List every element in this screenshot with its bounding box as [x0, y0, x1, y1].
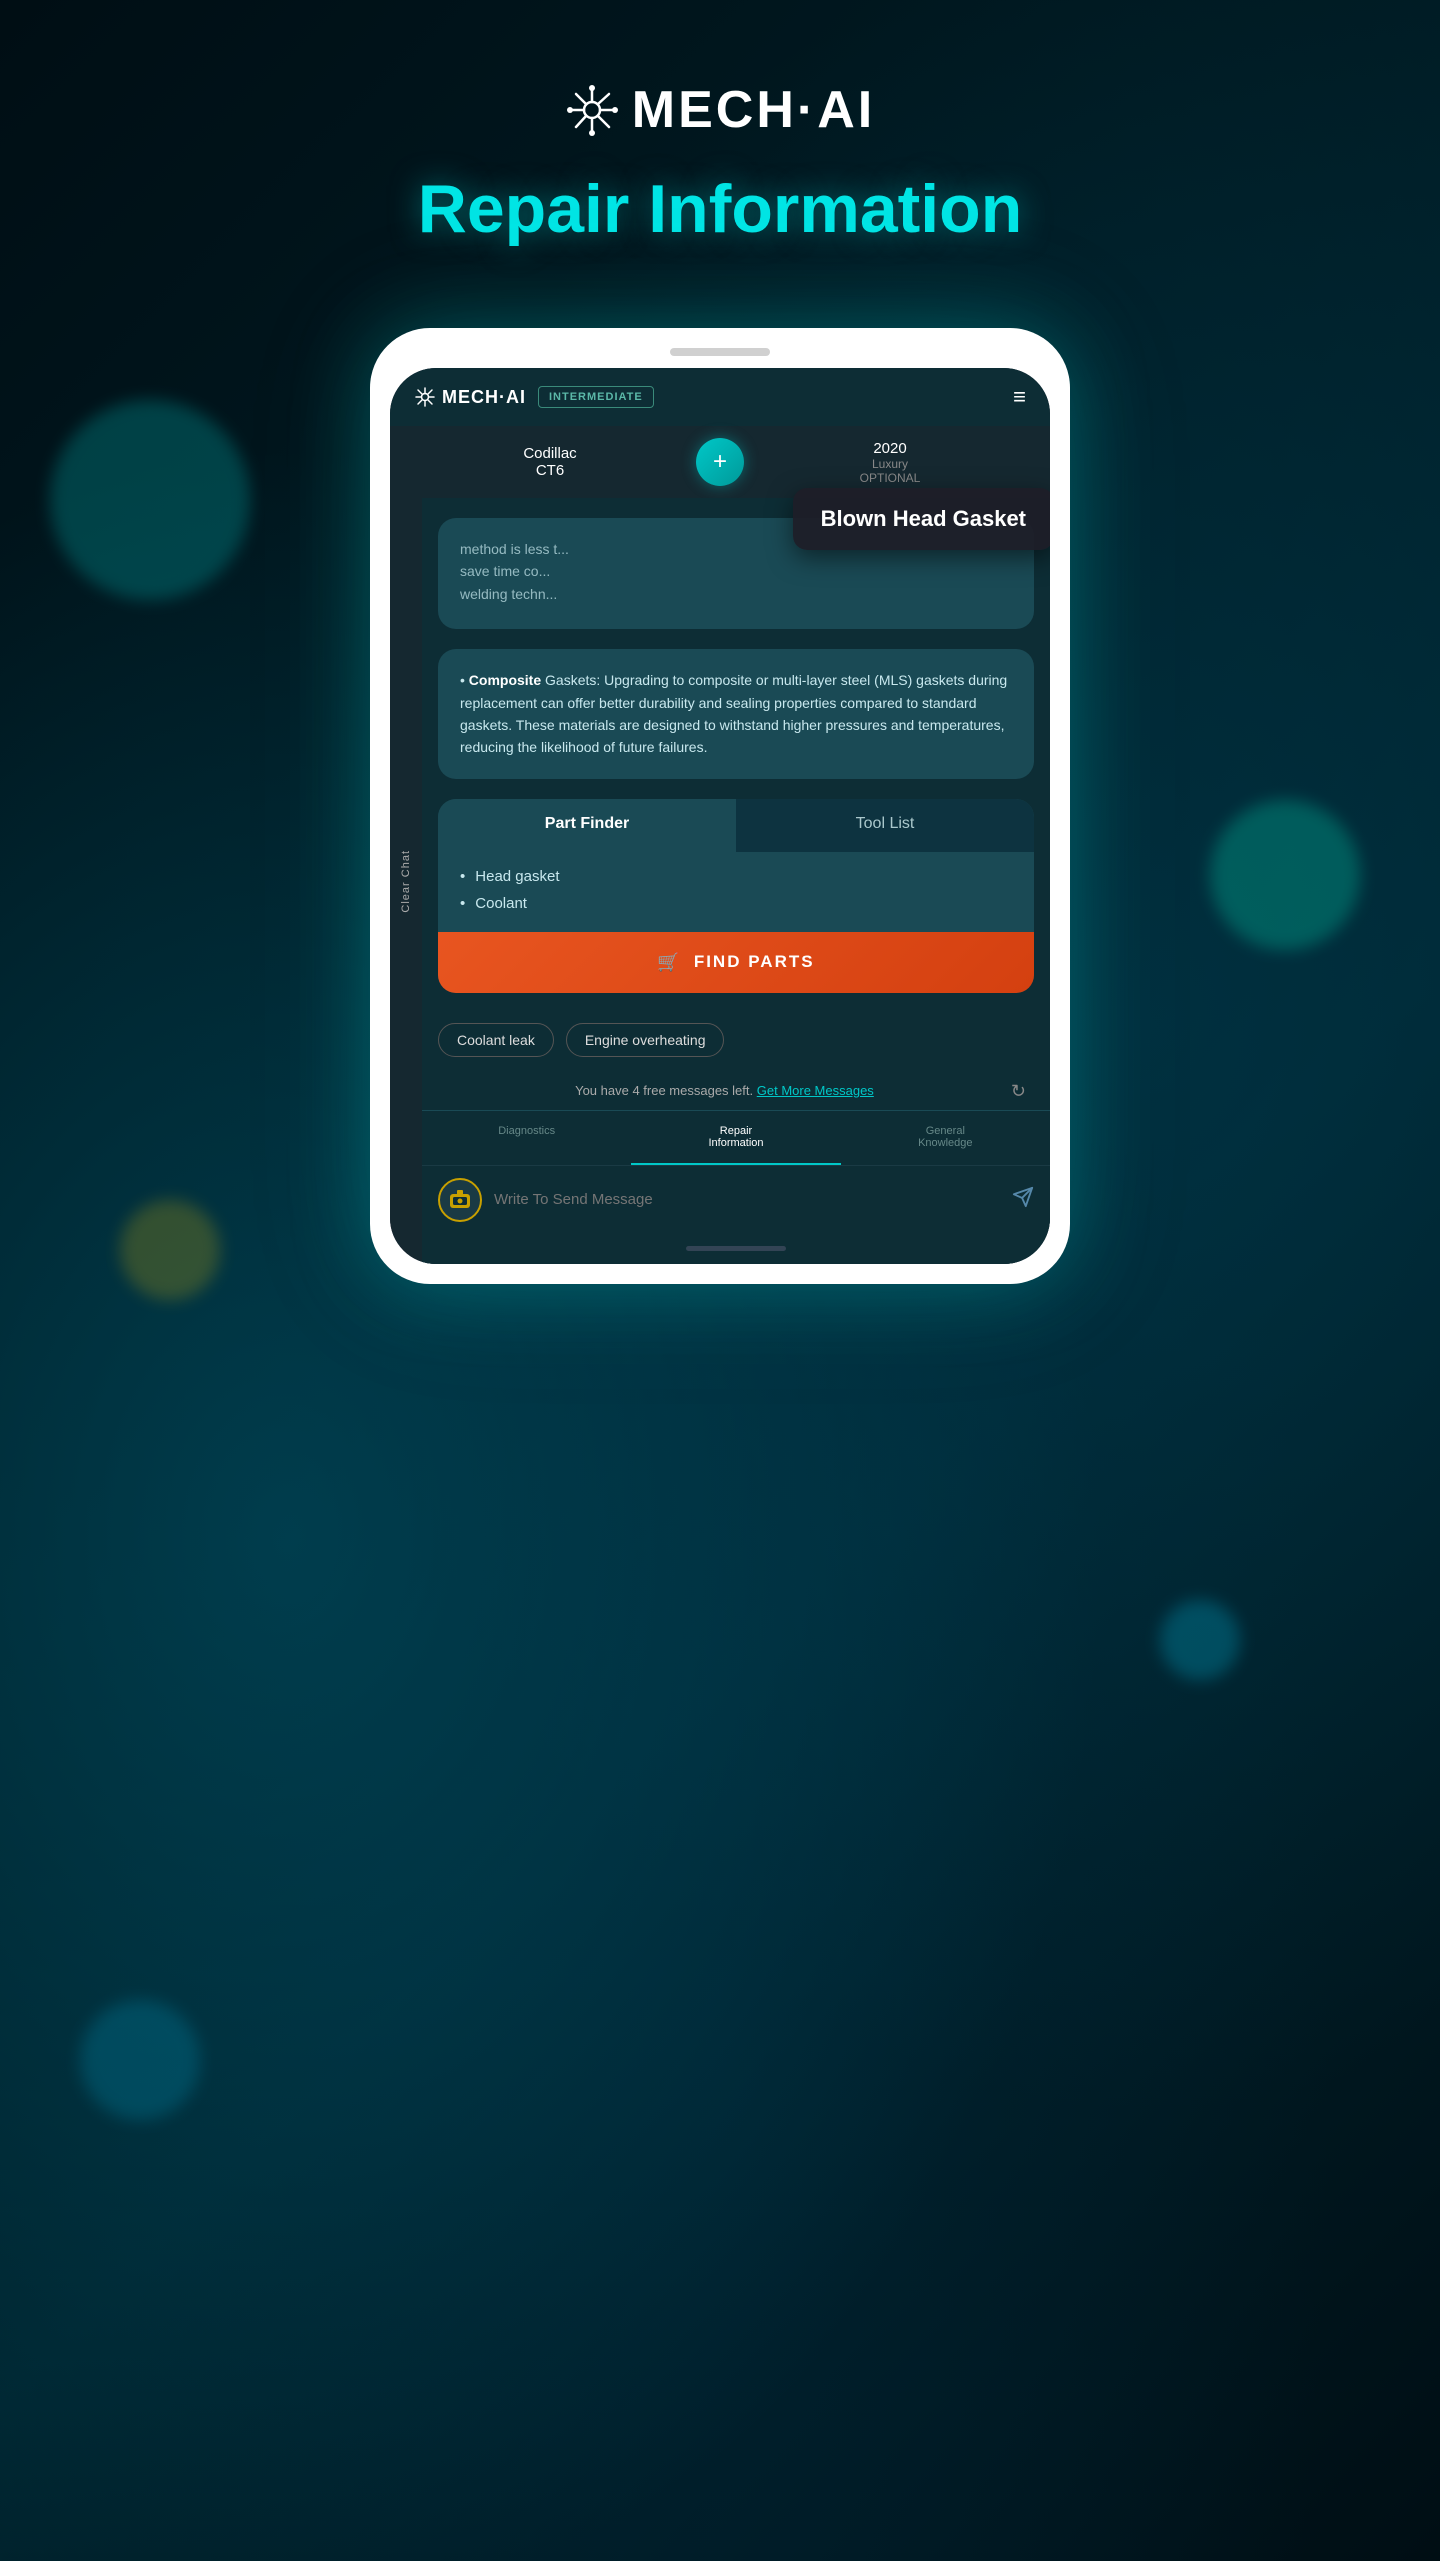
phone-mockup: MECH·AI INTERMEDIATE ≡ Codillac CT6 + 20… [370, 328, 1070, 1284]
vehicle-tier: Luxury [754, 457, 1026, 471]
tooltip-text: Blown Head Gasket [821, 506, 1026, 531]
message-input-row [422, 1165, 1050, 1234]
suggestion-chip-2[interactable]: Engine overheating [566, 1023, 725, 1057]
bullet-icon-1: • [460, 672, 469, 688]
bottom-nav: Diagnostics RepairInformation GeneralKno… [422, 1110, 1050, 1165]
obd-icon [446, 1186, 474, 1214]
app-name: MECH·AI [632, 80, 875, 140]
composite-bold: Composite [469, 672, 541, 688]
parts-list: Head gasket Coolant [438, 852, 1034, 932]
nav-repair-label: RepairInformation [708, 1125, 763, 1149]
nav-repair-information[interactable]: RepairInformation [631, 1111, 840, 1165]
menu-button[interactable]: ≡ [1013, 386, 1026, 408]
part-1-name: Head gasket [475, 868, 559, 885]
composite-gaskets-text: • Composite Gaskets: Upgrading to compos… [460, 669, 1012, 759]
find-parts-button[interactable]: 🛒 FIND PARTS [438, 932, 1034, 993]
suggestion-chip-1[interactable]: Coolant leak [438, 1023, 554, 1057]
vehicle-year: 2020 [754, 440, 1026, 457]
vehicle-make: Codillac [414, 445, 686, 462]
skill-badge: INTERMEDIATE [538, 386, 654, 408]
vehicle-year-info[interactable]: 2020 Luxury OPTIONAL [754, 440, 1026, 485]
part-item-2: Coolant [460, 895, 1012, 912]
tab-tool-list[interactable]: Tool List [736, 799, 1034, 852]
message-bubble-2: • Composite Gaskets: Upgrading to compos… [438, 649, 1034, 779]
add-vehicle-button[interactable]: + [696, 438, 744, 486]
free-messages-bar: You have 4 free messages left. Get More … [422, 1071, 1050, 1110]
page-title: Repair Information [418, 170, 1023, 248]
get-more-messages-link[interactable]: Get More Messages [757, 1083, 874, 1098]
message-input[interactable] [494, 1191, 1000, 1208]
send-icon [1012, 1186, 1034, 1208]
cart-icon: 🛒 [657, 952, 681, 973]
clear-chat-label: Clear Chat [400, 850, 412, 913]
app-header: MECH·AI INTERMEDIATE ≡ [390, 368, 1050, 426]
composite-rest: Gaskets: Upgrading to composite or multi… [460, 672, 1007, 755]
nav-general-label: GeneralKnowledge [918, 1125, 972, 1149]
content-wrapper: MECH·AI Repair Information [0, 0, 1440, 1284]
refresh-button[interactable]: ↻ [1011, 1081, 1026, 1102]
vehicle-make-model[interactable]: Codillac CT6 [414, 445, 686, 479]
suggestions-row: Coolant leak Engine overheating [422, 1009, 1050, 1071]
free-messages-text: You have 4 free messages left. [575, 1083, 753, 1098]
bokeh-4 [1160, 1600, 1240, 1680]
find-parts-label: FIND PARTS [694, 952, 815, 972]
message-bubble-1: method is less t...save time co...weldin… [438, 518, 1034, 629]
header-left: MECH·AI INTERMEDIATE [414, 386, 654, 408]
header-logo: MECH·AI [414, 386, 526, 408]
phone-speaker [670, 348, 770, 356]
bokeh-5 [80, 2000, 200, 2120]
app-body: Clear Chat method is less t...save time … [390, 498, 1050, 1264]
logo-area: MECH·AI [565, 80, 875, 140]
header-circuit-icon [414, 386, 436, 408]
header-logo-text: MECH·AI [442, 387, 526, 408]
vehicle-optional: OPTIONAL [754, 471, 1026, 485]
nav-general-knowledge[interactable]: GeneralKnowledge [841, 1111, 1050, 1165]
logo-circuit-icon [565, 83, 620, 138]
tab-part-finder[interactable]: Part Finder [438, 799, 736, 852]
chat-area: method is less t...save time co...weldin… [422, 498, 1050, 1264]
vehicle-model: CT6 [414, 462, 686, 479]
blown-head-gasket-tooltip: Blown Head Gasket [793, 488, 1050, 550]
phone-screen: MECH·AI INTERMEDIATE ≡ Codillac CT6 + 20… [390, 368, 1050, 1264]
nav-diagnostics[interactable]: Diagnostics [422, 1111, 631, 1165]
obd-avatar [438, 1178, 482, 1222]
home-bar [686, 1246, 786, 1251]
clear-chat-button[interactable]: Clear Chat [390, 498, 422, 1264]
part-finder-card: Part Finder Tool List Head gasket Coolan… [438, 799, 1034, 993]
tabs-row: Part Finder Tool List [438, 799, 1034, 852]
home-indicator [422, 1234, 1050, 1264]
send-button[interactable] [1012, 1186, 1034, 1214]
part-item-1: Head gasket [460, 868, 1012, 885]
part-2-name: Coolant [475, 895, 527, 912]
